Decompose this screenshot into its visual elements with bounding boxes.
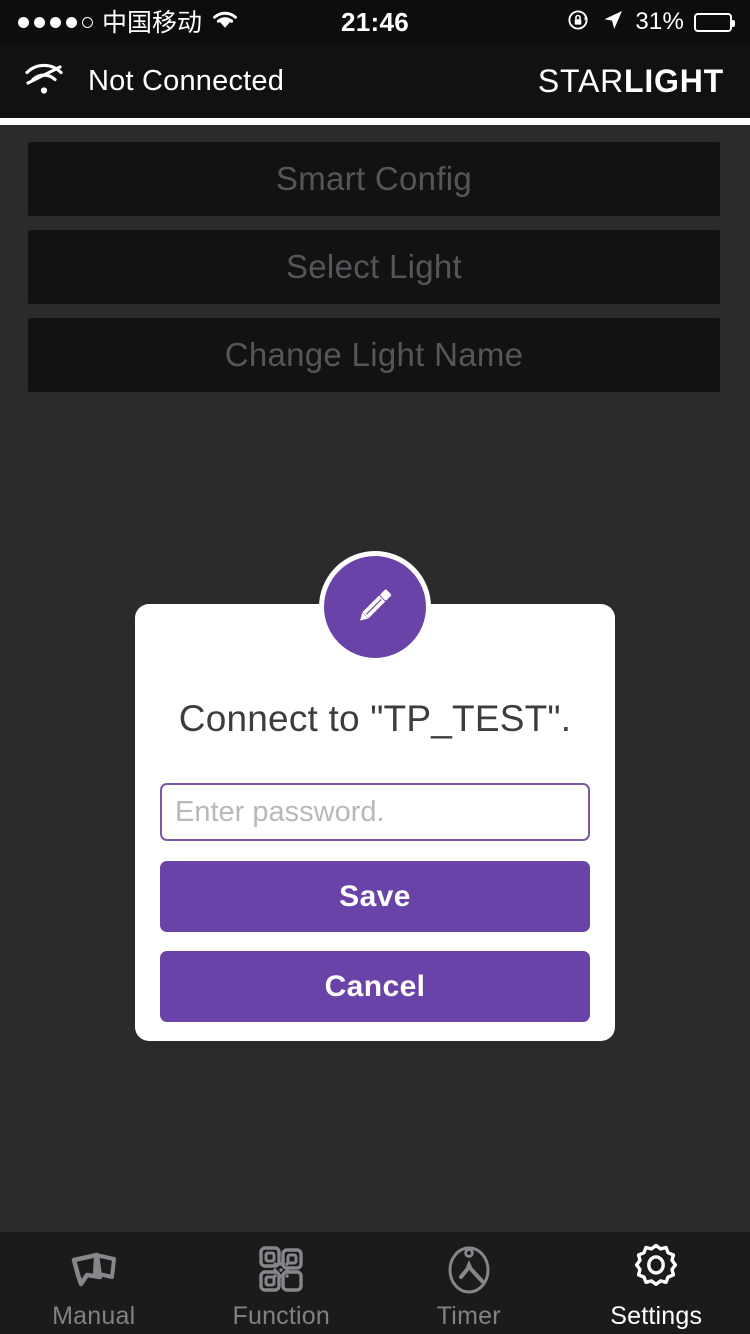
tab-manual[interactable]: Manual	[0, 1232, 188, 1334]
tab-label-function: Function	[232, 1301, 330, 1330]
app-header: Not Connected STARLIGHT	[0, 44, 750, 118]
tab-timer[interactable]: Timer	[375, 1232, 563, 1334]
status-bar-right: 31%	[567, 8, 735, 37]
save-button[interactable]: Save	[160, 861, 590, 932]
pencil-icon	[347, 577, 403, 638]
battery-percent-label: 31%	[635, 8, 684, 35]
select-light-button[interactable]: Select Light	[28, 230, 720, 304]
location-arrow-icon	[601, 8, 625, 37]
connection-status-group: Not Connected	[22, 61, 284, 102]
tab-label-timer: Timer	[436, 1301, 501, 1330]
tab-function[interactable]: Function	[188, 1232, 376, 1334]
cancel-button[interactable]: Cancel	[160, 951, 590, 1022]
dialog-icon-badge	[319, 551, 431, 663]
change-light-name-button[interactable]: Change Light Name	[28, 318, 720, 392]
header-divider	[0, 118, 750, 125]
tab-settings[interactable]: Settings	[563, 1232, 750, 1334]
password-input[interactable]	[160, 783, 590, 841]
battery-icon	[694, 12, 735, 32]
connect-dialog: Connect to "TP_TEST". Save Cancel	[135, 604, 615, 1041]
connection-status-label: Not Connected	[88, 64, 285, 97]
tab-label-settings: Settings	[610, 1301, 703, 1330]
manual-cards-icon	[65, 1242, 123, 1296]
qr-code-icon	[252, 1242, 310, 1296]
app-screen: 中国移动 21:46 31% Not Connected STARLIGHT S…	[0, 0, 750, 1334]
smart-config-button[interactable]: Smart Config	[28, 142, 720, 216]
status-bar: 中国移动 21:46 31%	[0, 0, 750, 44]
rotation-lock-icon	[567, 8, 591, 37]
brand-part-star: STAR	[537, 62, 625, 99]
app-brand-logo: STARLIGHT	[538, 63, 724, 100]
gear-icon	[627, 1242, 685, 1296]
dialog-title: Connect to "TP_TEST".	[178, 698, 572, 739]
timer-clock-icon	[440, 1242, 498, 1296]
brand-part-light: LIGHT	[624, 62, 724, 99]
tab-label-manual: Manual	[52, 1301, 136, 1330]
bottom-tab-bar: Manual Function Timer Settings	[0, 1232, 750, 1334]
wifi-off-icon	[22, 61, 66, 102]
